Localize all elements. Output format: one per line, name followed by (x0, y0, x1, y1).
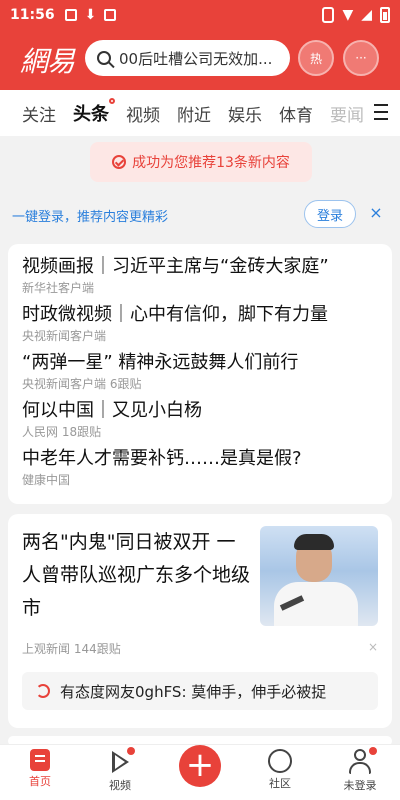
nav-profile[interactable]: 未登录 (330, 747, 390, 793)
list-item[interactable]: 中老年人才需要补钙……是真是假? 健康中国 (22, 446, 392, 488)
image-icon (64, 9, 77, 21)
comment-icon (36, 684, 50, 698)
headline-title: 视频画报｜习近平主席与“金砖大家庭” (22, 256, 329, 277)
channel-menu-icon[interactable] (374, 104, 388, 120)
article-card[interactable]: 两名"内鬼"同日被双开 一人曾带队巡视广东多个地级市 上观新闻 144跟贴 × … (8, 514, 392, 728)
login-prompt-text: 一键登录，推荐内容更精彩 (12, 209, 169, 225)
vibrate-icon (322, 7, 335, 23)
headline-source: 健康中国 (22, 473, 71, 487)
tab-headlines-label: 头条 (73, 104, 109, 125)
badge-dot (127, 747, 135, 755)
user-icon (347, 747, 377, 775)
tab-headlines[interactable]: 头条 (73, 98, 115, 126)
tab-sports[interactable]: 体育 (279, 101, 313, 126)
toast-text: 成功为您推荐13条新内容 (132, 155, 290, 171)
headline-title: 中老年人才需要补钙……是真是假? (22, 448, 302, 469)
nav-profile-label: 未登录 (343, 779, 377, 792)
headline-card: 视频画报｜习近平主席与“金砖大家庭” 新华社客户端 时政微视频｜心中有信仰，脚下… (8, 244, 392, 504)
login-prompt: 一键登录，推荐内容更精彩 登录 × (0, 196, 400, 234)
tab-nearby[interactable]: 附近 (177, 101, 211, 126)
signal-icon: ◢ (361, 7, 372, 23)
list-item[interactable]: 何以中国｜又见小白杨 人民网 18跟贴 (22, 398, 392, 440)
battery-icon (380, 7, 390, 23)
headline-title: 时政微视频｜心中有信仰，脚下有力量 (22, 304, 328, 325)
close-icon[interactable]: × (368, 205, 384, 221)
nav-video-label: 视频 (109, 779, 131, 792)
nav-home[interactable]: 首页 (10, 749, 70, 789)
dismiss-icon[interactable]: × (368, 640, 378, 654)
check-circle-icon (112, 155, 127, 169)
search-placeholder: 00后吐槽公司无效加... (119, 49, 273, 68)
bottom-nav: 首页 视频 + 社区 未登录 (0, 744, 400, 800)
list-item[interactable]: “两弹一星” 精神永远鼓舞人们前行 央视新闻客户端 6跟贴 (22, 350, 392, 392)
headline-title: “两弹一星” 精神永远鼓舞人们前行 (22, 352, 299, 373)
headline-source: 央视新闻客户端 6跟贴 (22, 377, 142, 391)
tab-entertainment[interactable]: 娱乐 (228, 101, 262, 126)
app-header: 11:56 ⬇ ▼ ◢ 網易 00后吐槽公司无效加... 热 ··· (0, 0, 400, 90)
status-notification-icons: ⬇ (64, 7, 117, 23)
flame-icon: 热 (309, 51, 322, 66)
headline-source: 人民网 18跟贴 (22, 425, 102, 439)
community-icon (268, 749, 292, 773)
badge-dot (369, 747, 377, 755)
nav-community[interactable]: 社区 (250, 749, 310, 791)
list-item[interactable]: 时政微视频｜心中有信仰，脚下有力量 央视新闻客户端 (22, 302, 392, 344)
download-icon: ⬇ (84, 7, 97, 23)
recommend-toast: 成功为您推荐13条新内容 (90, 142, 312, 182)
search-icon (97, 51, 111, 65)
headline-source: 新华社客户端 (22, 281, 95, 295)
search-bar[interactable]: 00后吐槽公司无效加... (85, 40, 290, 76)
chat-bubble-icon: ··· (355, 51, 367, 65)
status-bar: 11:56 ⬇ ▼ ◢ (0, 0, 400, 30)
list-item[interactable]: 视频画报｜习近平主席与“金砖大家庭” 新华社客户端 (22, 254, 392, 296)
hot-button[interactable]: 热 (298, 40, 334, 76)
headline-title: 何以中国｜又见小白杨 (22, 400, 202, 421)
headline-source: 央视新闻客户端 (22, 329, 107, 343)
wifi-icon: ▼ (342, 7, 354, 23)
home-news-icon (30, 749, 50, 771)
publish-plus-button[interactable]: + (179, 745, 221, 787)
tab-news[interactable]: 要闻 (330, 101, 364, 126)
app-notification-icon (104, 9, 117, 21)
status-time: 11:56 (10, 7, 55, 23)
nav-community-label: 社区 (269, 777, 291, 790)
comment-text: 有态度网友0ghFS: 莫伸手，伸手必被捉 (60, 682, 327, 701)
status-system-icons: ▼ ◢ (322, 7, 390, 23)
tab-video[interactable]: 视频 (126, 101, 160, 126)
nav-home-label: 首页 (29, 775, 51, 788)
refresh-dot-icon (109, 98, 115, 104)
article-source: 上观新闻 144跟贴 (22, 642, 121, 656)
tab-follow[interactable]: 关注 (22, 101, 56, 126)
login-button[interactable]: 登录 (304, 200, 356, 228)
article-thumbnail (260, 526, 378, 626)
channel-tabs: 关注 头条 视频 附近 娱乐 体育 要闻 (0, 90, 400, 136)
article-title: 两名"内鬼"同日被双开 一人曾带队巡视广东多个地级市 (22, 531, 251, 619)
play-icon (107, 747, 135, 775)
top-comment[interactable]: 有态度网友0ghFS: 莫伸手，伸手必被捉 (22, 672, 378, 710)
message-button[interactable]: ··· (343, 40, 379, 76)
nav-video[interactable]: 视频 (90, 747, 150, 793)
netease-logo[interactable]: 網易 (20, 40, 80, 78)
